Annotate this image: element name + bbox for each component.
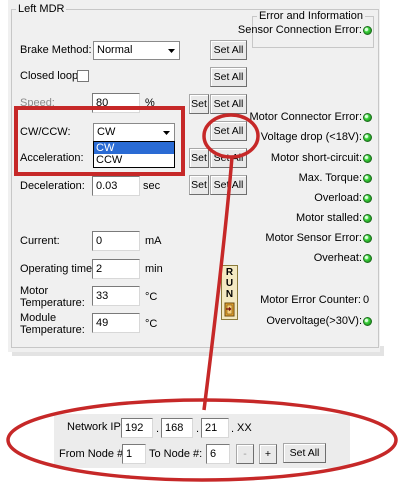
annotation-circle-small bbox=[202, 113, 260, 159]
annotation-box bbox=[14, 106, 185, 176]
annotation-connector-line bbox=[202, 156, 234, 411]
annotation-circle-large bbox=[6, 398, 398, 482]
annotation-overlay bbox=[6, 106, 398, 482]
